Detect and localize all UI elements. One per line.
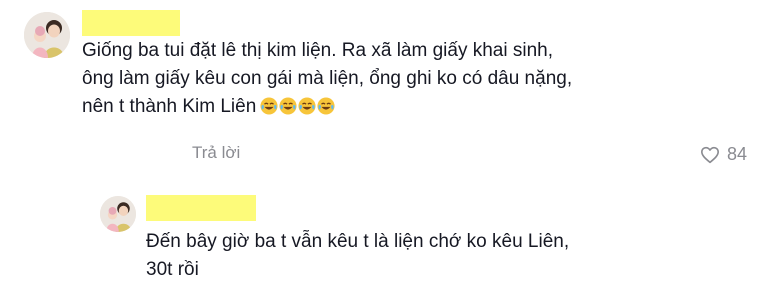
avatar-photo-icon <box>100 196 136 232</box>
comment-avatar[interactable] <box>24 12 70 58</box>
face-with-tears-of-joy-icon <box>260 97 278 115</box>
face-with-tears-of-joy-icon <box>279 97 297 115</box>
comment-body: Giống ba tui đặt lê thị kim liện. Ra xã … <box>82 37 742 124</box>
like-button[interactable]: 84 <box>700 144 747 165</box>
like-count: 84 <box>727 144 748 164</box>
reply-body: Đến bây giờ ba t vẫn kêu t là liện chớ k… <box>146 231 570 280</box>
face-with-tears-of-joy-icon <box>298 97 316 115</box>
reply-author-name-redacted[interactable] <box>146 195 256 221</box>
reply-avatar[interactable] <box>100 196 136 232</box>
reply-button[interactable]: Trả lời <box>192 143 240 163</box>
author-name-redacted[interactable] <box>82 10 180 36</box>
heart-outline-icon <box>700 146 719 163</box>
face-with-tears-of-joy-icon <box>317 97 335 115</box>
emoji-group <box>260 96 336 124</box>
avatar-photo-icon <box>24 12 70 58</box>
